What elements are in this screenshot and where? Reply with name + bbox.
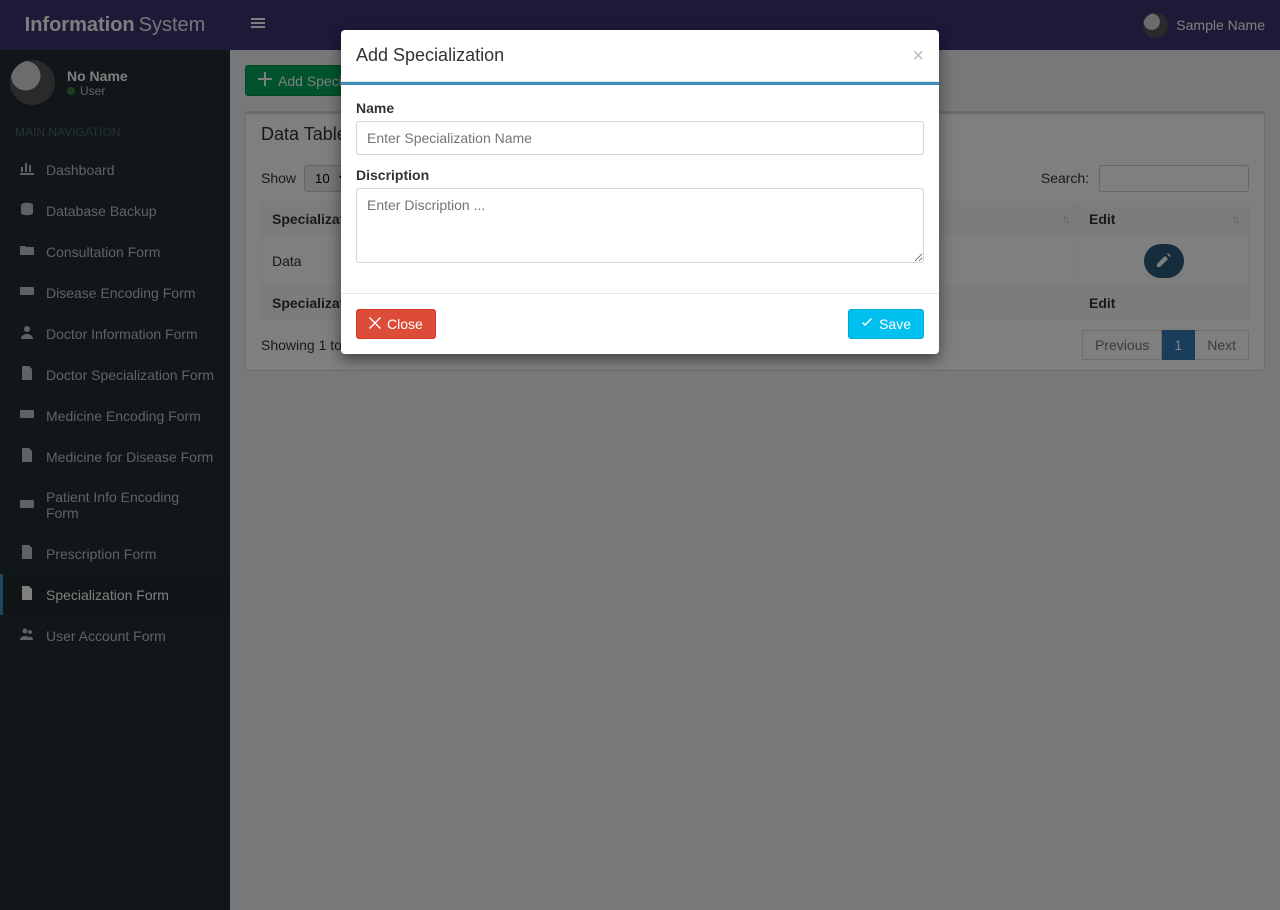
close-button[interactable]: Close (356, 309, 436, 339)
save-button[interactable]: Save (848, 309, 924, 339)
add-specialization-modal: Add Specialization × Name Discription Cl… (341, 30, 939, 354)
modal-close-button[interactable]: × (912, 46, 924, 66)
modal-body: Name Discription (341, 85, 939, 293)
modal-footer: Close Save (341, 293, 939, 354)
check-icon (861, 316, 873, 332)
close-icon: × (912, 45, 924, 67)
times-icon (369, 316, 381, 332)
modal-title: Add Specialization (356, 45, 504, 66)
name-label: Name (356, 100, 924, 116)
specialization-name-input[interactable] (356, 121, 924, 155)
description-label: Discription (356, 167, 924, 183)
close-button-label: Close (387, 316, 423, 332)
save-button-label: Save (879, 316, 911, 332)
specialization-description-input[interactable] (356, 188, 924, 263)
modal-header: Add Specialization × (341, 30, 939, 82)
